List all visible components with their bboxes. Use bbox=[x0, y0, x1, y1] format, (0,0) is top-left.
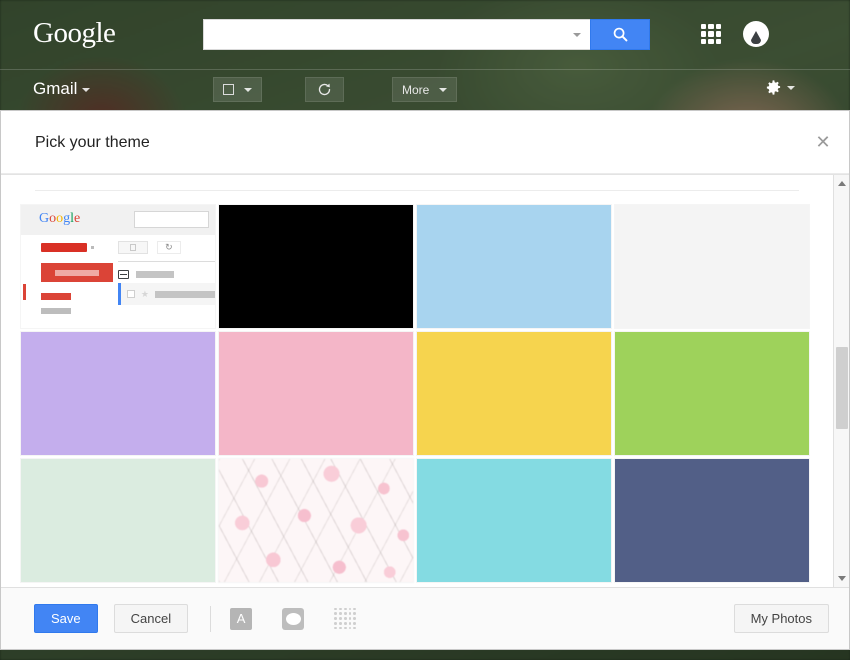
vertical-scrollbar[interactable] bbox=[833, 175, 849, 587]
google-logo: Google bbox=[33, 17, 116, 49]
mini-body: ↻ ★ bbox=[21, 235, 215, 328]
theme-thumbnail-mint[interactable] bbox=[21, 459, 215, 582]
blur-icon[interactable] bbox=[334, 607, 357, 630]
pick-theme-dialog: Pick your theme ✕ Google ↻ ★ Save Cancel… bbox=[0, 110, 850, 650]
footer-divider bbox=[210, 605, 212, 632]
save-button[interactable]: Save bbox=[34, 604, 98, 633]
star-icon: ★ bbox=[140, 288, 149, 299]
cancel-button[interactable]: Cancel bbox=[113, 604, 189, 633]
gmail-dropdown[interactable]: Gmail bbox=[33, 79, 91, 99]
mini-sidebar bbox=[21, 235, 118, 328]
scroll-down-arrow-icon[interactable] bbox=[834, 570, 849, 587]
theme-thumbnail-yellow[interactable] bbox=[417, 332, 611, 455]
chevron-down-icon bbox=[82, 87, 91, 92]
previous-row-edge bbox=[35, 181, 799, 191]
mini-row-checkbox-icon bbox=[126, 290, 135, 298]
chevron-down-icon[interactable] bbox=[573, 32, 581, 37]
mini-caret-dot bbox=[91, 246, 94, 249]
inbox-icon bbox=[117, 269, 129, 279]
avatar[interactable] bbox=[743, 21, 769, 47]
vignette-icon[interactable] bbox=[282, 607, 305, 630]
mini-inbox-row bbox=[117, 261, 215, 283]
chevron-down-icon bbox=[787, 85, 795, 90]
mini-google-logo: Google bbox=[39, 211, 81, 226]
mini-inbox-label bbox=[135, 270, 174, 278]
text-background-icon[interactable]: A bbox=[230, 607, 253, 630]
theme-thumbnail-dark[interactable] bbox=[219, 205, 413, 328]
search-bar bbox=[203, 19, 650, 50]
theme-thumbnail-turquoise[interactable] bbox=[417, 459, 611, 582]
scrollbar-thumb[interactable] bbox=[836, 347, 848, 429]
mini-compose-button bbox=[41, 263, 113, 282]
mini-nav-item-active bbox=[41, 293, 71, 300]
refresh-icon bbox=[318, 83, 331, 96]
chevron-down-icon bbox=[439, 87, 448, 92]
mini-refresh-icon: ↻ bbox=[156, 241, 181, 254]
gear-icon bbox=[766, 80, 781, 95]
close-icon[interactable]: ✕ bbox=[811, 130, 835, 154]
more-dropdown[interactable]: More bbox=[392, 77, 458, 102]
theme-scroll-area: Google ↻ ★ bbox=[1, 174, 849, 587]
search-button[interactable] bbox=[590, 19, 650, 50]
theme-thumbnail-white[interactable] bbox=[615, 205, 809, 328]
mini-content: ↻ ★ bbox=[117, 235, 215, 328]
scroll-up-arrow-icon[interactable] bbox=[834, 175, 849, 192]
chevron-down-icon bbox=[244, 87, 252, 92]
mini-nav-item bbox=[41, 308, 71, 314]
gmail-theme-picker-screen: Google Gmail More Pick your theme ✕ Goog… bbox=[0, 0, 850, 660]
theme-grid-container: Google ↻ ★ bbox=[1, 175, 833, 587]
mini-active-indicator bbox=[23, 284, 26, 300]
dialog-header: Pick your theme ✕ bbox=[1, 111, 849, 174]
checkbox-icon bbox=[223, 84, 234, 95]
mini-checkbox-icon bbox=[117, 241, 148, 254]
account-avatar-icon bbox=[751, 30, 761, 44]
more-label: More bbox=[402, 82, 430, 97]
theme-thumbnail-default[interactable]: Google ↻ ★ bbox=[21, 205, 215, 328]
theme-thumbnail-cherry-blossom[interactable] bbox=[219, 459, 413, 582]
my-photos-button[interactable]: My Photos bbox=[733, 604, 829, 633]
google-header: Google bbox=[0, 0, 850, 69]
select-all-dropdown[interactable] bbox=[213, 77, 262, 102]
theme-thumbnail-pink[interactable] bbox=[219, 332, 413, 455]
gmail-label: Gmail bbox=[33, 79, 78, 98]
gmail-toolbar: Gmail More bbox=[0, 69, 850, 108]
settings-dropdown[interactable] bbox=[765, 79, 795, 96]
theme-grid: Google ↻ ★ bbox=[21, 191, 813, 582]
page-title: Pick your theme bbox=[35, 134, 150, 151]
search-box[interactable] bbox=[203, 19, 590, 50]
search-icon bbox=[613, 27, 627, 42]
mini-toolbar: ↻ bbox=[117, 235, 215, 261]
refresh-button[interactable] bbox=[305, 77, 344, 102]
theme-thumbnail-slateblue[interactable] bbox=[615, 459, 809, 582]
mini-subject-line bbox=[155, 290, 215, 298]
mini-gmail-label bbox=[41, 243, 87, 252]
theme-thumbnail-lavender[interactable] bbox=[21, 332, 215, 455]
search-input[interactable] bbox=[204, 20, 590, 49]
dialog-footer: Save Cancel A My Photos bbox=[1, 587, 849, 649]
apps-grid-icon[interactable] bbox=[701, 24, 721, 44]
theme-thumbnail-green[interactable] bbox=[615, 332, 809, 455]
mini-message-row: ★ bbox=[117, 283, 215, 305]
mini-search-box bbox=[134, 211, 209, 228]
theme-thumbnail-lightblue[interactable] bbox=[417, 205, 611, 328]
mini-header: Google bbox=[21, 205, 215, 235]
